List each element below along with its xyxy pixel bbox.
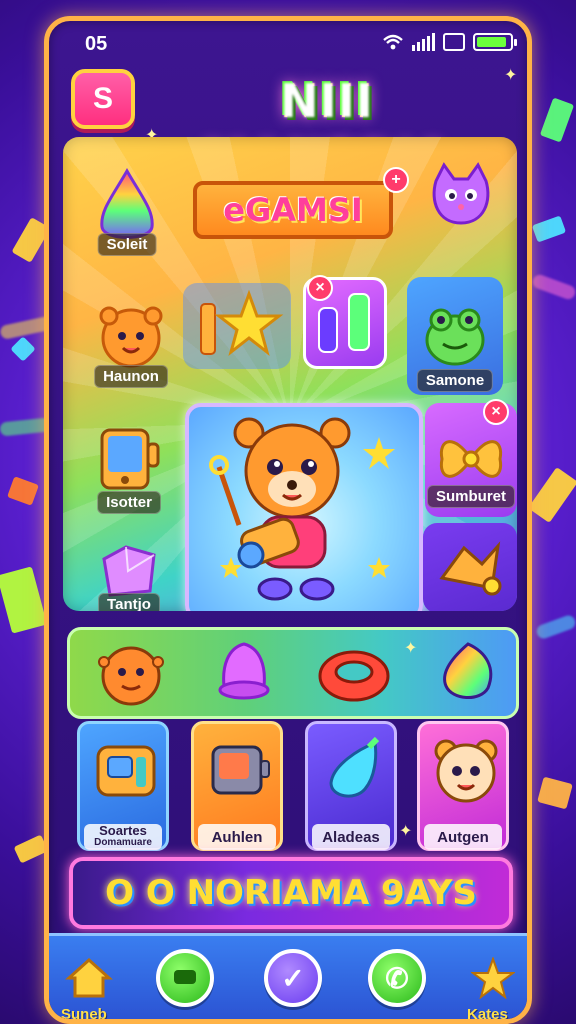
orange-critter-icon [99,306,163,368]
orange-monster-icon [98,646,164,706]
card-label: Auhlen [198,824,276,850]
card-label: Aladeas [312,824,390,850]
card-label: Autgen [424,824,502,850]
gold-machine-icon [96,745,156,797]
app-title: NIII MANEDIA [157,71,497,188]
strip-item[interactable] [432,638,504,715]
strip-item[interactable] [314,642,394,713]
red-ring-icon [318,650,390,702]
house-icon [65,957,113,998]
tile-samone[interactable]: Samone [407,277,503,395]
card-image [86,730,166,810]
status-bar: 05 [49,21,527,65]
sparkle-icon: ✦ [504,67,518,84]
tile-tantjo[interactable]: Tantjo [81,527,177,611]
card-image [426,730,506,810]
phone-icon: ✆ [368,949,426,1007]
nav-home[interactable]: Suneb [59,948,119,1019]
star-icon [471,957,515,999]
promo-banner[interactable]: O O NORIAMA 9AYS [69,857,513,929]
light-streak [534,613,576,641]
pink-bell-icon [218,642,270,700]
tile-label: Haunon [94,365,168,388]
card-image [314,730,394,810]
tile-label: Isotter [97,491,161,514]
status-time: 05 [85,33,108,55]
confetti [528,467,576,523]
sparkle-icon: ✦ [399,823,413,840]
strip-item[interactable] [94,638,168,715]
wifi-icon [382,33,404,51]
logo-glyph: S [92,82,113,115]
nav-rates[interactable]: Kates [463,948,523,1019]
sim-icon [443,33,465,51]
sparkle-icon: ✦ [404,640,418,657]
tile-cat[interactable] [419,151,503,241]
menu-button[interactable]: S [71,69,135,129]
nav-check[interactable]: ✓ [263,948,323,1008]
tile-haunon[interactable]: Haunon [81,277,181,395]
item-strip: ✦ [67,627,519,719]
card-image [200,730,280,810]
confetti [0,566,48,634]
tile-treasure[interactable] [423,523,517,611]
tile-label: Tantjo [98,593,160,611]
game-card[interactable]: Aladeas [305,721,397,851]
game-card[interactable]: Auhlen [191,721,283,851]
gold-treasure-icon [439,541,502,596]
battery-icon [473,33,517,51]
star-icon [200,289,284,356]
check-icon: ✓ [264,949,322,1007]
confetti [539,97,575,143]
confetti [531,215,567,243]
tile-label: Sumburet [426,485,516,508]
green-chat-icon [156,949,214,1007]
confetti [7,476,39,506]
close-icon[interactable]: × [483,399,509,425]
games-sign: eGAMSI [193,181,393,239]
card-label: Soartes Domamuare [84,824,162,850]
tile-label: Soleit [97,233,157,256]
tile-label: Samone [416,369,494,392]
nav-chat[interactable] [155,948,215,1008]
green-frog-icon [425,308,485,366]
phone-frame: 05 S NIII MANEDIA ✦ ✦ eGAMSI + Soleit [44,16,532,1024]
bear-hero-icon [209,417,395,601]
confetti [537,776,573,810]
purple-cat-icon [432,162,490,225]
tile-isotter[interactable]: Isotter [81,403,177,515]
rainbow-spinner-icon [443,642,493,699]
camera-icon [211,745,270,795]
bear-face-icon [434,739,498,803]
game-board: eGAMSI + Soleit Haunon × Samone Isotter … [63,137,517,611]
bottom-nav: Suneb ✓ ✆ Kates [49,933,527,1019]
tile-soleit[interactable]: Soleit [81,151,173,263]
nav-label: Kates [467,1006,508,1023]
close-icon[interactable]: × [307,275,333,301]
light-streak [0,417,51,437]
tablet-icon [100,428,160,490]
tile-star[interactable] [183,283,291,369]
status-icons [382,33,517,51]
nav-phone[interactable]: ✆ [367,948,427,1008]
close-icon[interactable]: + [383,167,409,193]
hero-panel[interactable] [185,403,423,611]
bow-icon [439,440,503,478]
light-streak [530,272,576,302]
game-card[interactable]: Soartes Domamuare [77,721,169,851]
nav-label: Suneb [61,1006,107,1023]
strip-item[interactable] [208,638,280,715]
signal-icon [412,33,435,51]
blue-drop-icon [329,736,380,798]
confetti [10,336,36,362]
game-card[interactable]: Autgen [417,721,509,851]
